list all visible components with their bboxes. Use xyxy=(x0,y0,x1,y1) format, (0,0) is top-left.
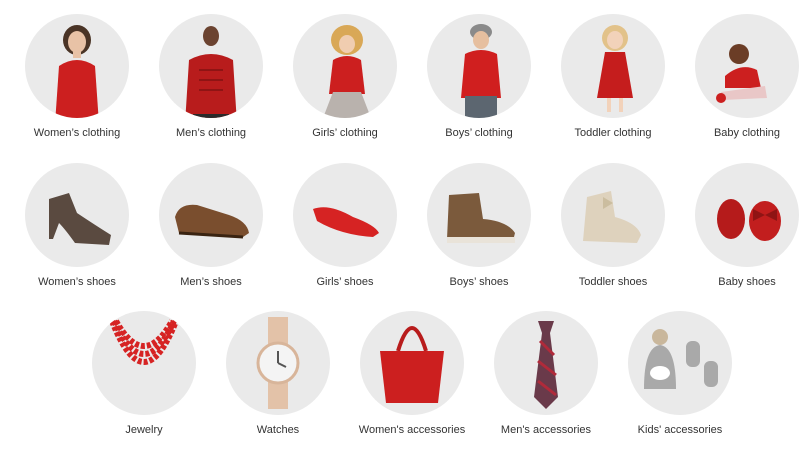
category-jewelry[interactable]: Jewelry xyxy=(77,311,211,437)
category-girls-shoes[interactable]: Girls’ shoes xyxy=(278,163,412,289)
category-kids-accessories[interactable]: Kids' accessories xyxy=(613,311,747,437)
category-label: Girls’ clothing xyxy=(312,127,378,139)
kids-accessories-image xyxy=(628,311,732,415)
category-boys-shoes[interactable]: Boys’ shoes xyxy=(412,163,546,289)
mens-shoes-image xyxy=(159,163,263,267)
category-label: Baby clothing xyxy=(713,127,781,139)
toddler-shoes-image xyxy=(561,163,665,267)
baby-clothing-image xyxy=(695,14,799,118)
category-baby-shoes[interactable]: Baby shoes xyxy=(680,163,810,289)
category-watches[interactable]: Watches xyxy=(211,311,345,437)
girls-clothing-image xyxy=(293,14,397,118)
mens-accessories-image xyxy=(494,311,598,415)
category-label: Men’s clothing xyxy=(175,127,247,139)
category-label: Women’s shoes xyxy=(38,276,116,288)
category-label: Girls’ shoes xyxy=(316,276,374,288)
category-mens-accessories[interactable]: Men's accessories xyxy=(479,311,613,437)
category-label: Baby shoes xyxy=(718,276,776,288)
category-label: Boys’ shoes xyxy=(449,276,509,288)
mens-clothing-image xyxy=(159,14,263,118)
baby-shoes-image xyxy=(695,163,799,267)
category-label: Jewelry xyxy=(125,424,163,436)
category-toddler-shoes[interactable]: Toddler shoes xyxy=(546,163,680,289)
category-mens-shoes[interactable]: Men’s shoes xyxy=(144,163,278,289)
category-girls-clothing[interactable]: Girls’ clothing xyxy=(278,14,412,140)
boys-shoes-image xyxy=(427,163,531,267)
category-womens-shoes[interactable]: Women’s shoes xyxy=(10,163,144,289)
category-toddler-clothing[interactable]: Toddler clothing xyxy=(546,14,680,140)
category-label: Men's accessories xyxy=(500,424,592,436)
category-label: Men’s shoes xyxy=(180,276,242,288)
category-boys-clothing[interactable]: Boys’ clothing xyxy=(412,14,546,140)
category-label: Toddler shoes xyxy=(578,276,648,288)
category-womens-accessories[interactable]: Women's accessories xyxy=(345,311,479,437)
toddler-clothing-image xyxy=(561,14,665,118)
category-baby-clothing[interactable]: Baby clothing xyxy=(680,14,810,140)
category-label: Watches xyxy=(256,424,300,436)
category-label: Women's accessories xyxy=(358,424,466,436)
category-label: Toddler clothing xyxy=(574,127,652,139)
watches-image xyxy=(226,311,330,415)
category-label: Women’s clothing xyxy=(33,127,121,139)
category-label: Boys’ clothing xyxy=(445,127,513,139)
boys-clothing-image xyxy=(427,14,531,118)
womens-accessories-image xyxy=(360,311,464,415)
jewelry-image xyxy=(92,311,196,415)
womens-shoes-image xyxy=(25,163,129,267)
girls-shoes-image xyxy=(293,163,397,267)
category-womens-clothing[interactable]: Women’s clothing xyxy=(10,14,144,140)
category-mens-clothing[interactable]: Men’s clothing xyxy=(144,14,278,140)
category-label: Kids' accessories xyxy=(637,424,723,436)
womens-clothing-image xyxy=(25,14,129,118)
